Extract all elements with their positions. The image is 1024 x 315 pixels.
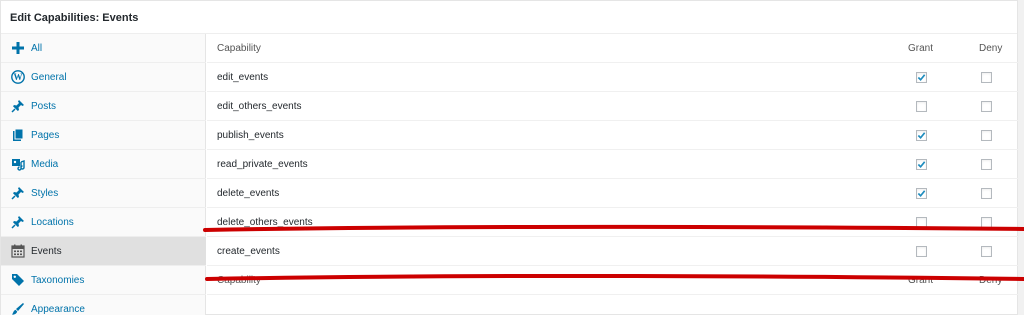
table-row: edit_events: [207, 63, 1019, 92]
capability-column-header: Capability: [217, 43, 261, 54]
grant-checkbox[interactable]: [916, 159, 927, 170]
sidebar-item-appearance[interactable]: Appearance: [1, 295, 206, 315]
deny-checkbox[interactable]: [981, 72, 992, 83]
capability-name: publish_events: [217, 130, 284, 141]
capabilities-table: Capability Grant Deny edit_events edit_o…: [207, 34, 1019, 315]
capability-name: delete_others_events: [217, 217, 313, 228]
sidebar-item-all[interactable]: All: [1, 34, 206, 63]
pushpin-icon: [11, 215, 25, 229]
checkmark-icon: [917, 132, 926, 139]
deny-checkbox[interactable]: [981, 101, 992, 112]
sidebar-item-events[interactable]: Events: [1, 237, 206, 266]
grant-checkbox[interactable]: [916, 72, 927, 83]
grant-checkbox[interactable]: [916, 246, 927, 257]
sidebar-item-general[interactable]: W General: [1, 63, 206, 92]
grant-checkbox[interactable]: [916, 188, 927, 199]
sidebar-item-pages[interactable]: Pages: [1, 121, 206, 150]
deny-column-header: Deny: [979, 43, 1003, 54]
table-row: create_events: [207, 237, 1019, 266]
capability-column-footer: Capability: [217, 275, 261, 286]
pushpin-icon: [11, 99, 25, 113]
capability-name: create_events: [217, 246, 280, 257]
deny-checkbox[interactable]: [981, 246, 992, 257]
sidebar-item-label: Media: [31, 159, 59, 170]
deny-checkbox[interactable]: [981, 217, 992, 228]
table-footer-row: Capability Grant Deny: [207, 266, 1019, 295]
panel-header: Edit Capabilities: Events: [1, 1, 1017, 34]
pages-icon: [11, 128, 25, 142]
table-row: delete_others_events: [207, 208, 1019, 237]
plus-icon: [11, 41, 25, 55]
grant-column-header: Grant: [908, 43, 934, 54]
sidebar-item-locations[interactable]: Locations: [1, 208, 206, 237]
sidebar-item-styles[interactable]: Styles: [1, 179, 206, 208]
capability-name: edit_others_events: [217, 101, 302, 112]
wordpress-icon: W: [11, 70, 25, 84]
svg-text:W: W: [14, 72, 23, 82]
sidebar-item-label: Appearance: [31, 304, 85, 315]
grant-column-footer: Grant: [908, 275, 934, 286]
sidebar-item-taxonomies[interactable]: Taxonomies: [1, 266, 206, 295]
table-row: delete_events: [207, 179, 1019, 208]
grant-checkbox[interactable]: [916, 130, 927, 141]
sidebar-item-media[interactable]: Media: [1, 150, 206, 179]
brush-icon: [11, 302, 25, 315]
tag-icon: [11, 273, 25, 287]
sidebar-item-label: Events: [31, 246, 62, 257]
sidebar-item-label: Taxonomies: [31, 275, 85, 286]
capabilities-panel: Edit Capabilities: Events All W General …: [0, 0, 1019, 315]
table-row: edit_others_events: [207, 92, 1019, 121]
table-header-row: Capability Grant Deny: [207, 34, 1019, 63]
sidebar-item-label: Pages: [31, 130, 60, 141]
capability-name: read_private_events: [217, 159, 308, 170]
sidebar-item-label: Locations: [31, 217, 74, 228]
grant-checkbox[interactable]: [916, 217, 927, 228]
panel-title: Edit Capabilities: Events: [10, 12, 139, 24]
deny-column-footer: Deny: [979, 275, 1003, 286]
sidebar-item-posts[interactable]: Posts: [1, 92, 206, 121]
pushpin-icon: [11, 186, 25, 200]
table-row: read_private_events: [207, 150, 1019, 179]
checkmark-icon: [917, 190, 926, 197]
deny-checkbox[interactable]: [981, 188, 992, 199]
table-row: publish_events: [207, 121, 1019, 150]
media-icon: [11, 157, 25, 171]
deny-checkbox[interactable]: [981, 130, 992, 141]
sidebar-item-label: Styles: [31, 188, 59, 199]
sidebar-item-label: All: [31, 43, 43, 54]
capability-name: delete_events: [217, 188, 280, 199]
checkmark-icon: [917, 74, 926, 81]
deny-checkbox[interactable]: [981, 159, 992, 170]
grant-checkbox[interactable]: [916, 101, 927, 112]
sidebar-item-label: General: [31, 72, 67, 83]
calendar-icon: [11, 244, 25, 258]
checkmark-icon: [917, 161, 926, 168]
capability-name: edit_events: [217, 72, 269, 83]
capability-groups-sidebar: All W General Posts Pages Media Styles L…: [1, 34, 206, 315]
sidebar-item-label: Posts: [31, 101, 57, 112]
